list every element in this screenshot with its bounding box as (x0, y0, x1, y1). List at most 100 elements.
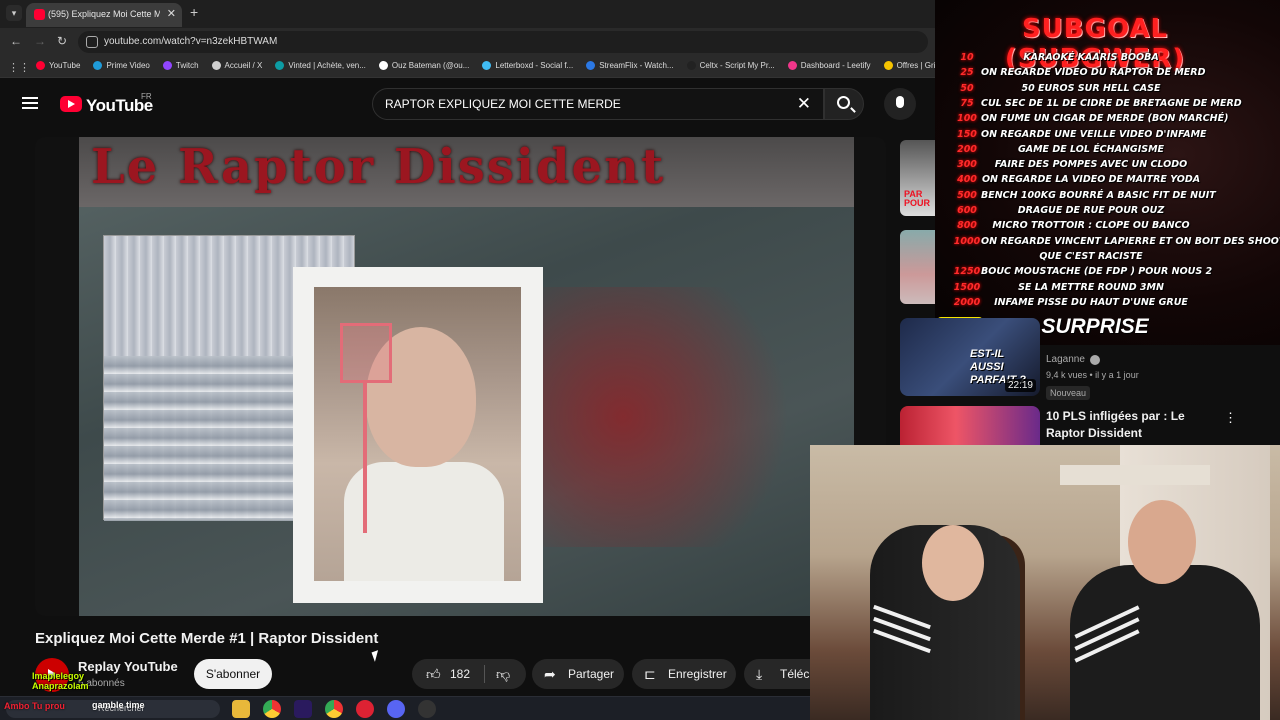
bookmark-label: YouTube (49, 61, 81, 70)
bookmark-favicon-icon (378, 61, 388, 70)
recommendation-thumbnail[interactable] (900, 230, 935, 304)
bookmark-item[interactable]: YouTube (36, 61, 80, 70)
subscribe-button[interactable]: S'abonner (194, 659, 272, 689)
back-icon[interactable]: ← (10, 34, 22, 48)
webcam-feed (810, 445, 1280, 720)
like-divider (484, 665, 485, 683)
subgoal-row: 25 ON REGARDE VIDEO DU RAPTOR DE MERD (935, 67, 1280, 82)
mouse-cursor-icon (371, 650, 382, 662)
bookmark-item[interactable]: Accueil / X (211, 61, 262, 70)
clear-search-icon[interactable]: ✕ (797, 94, 811, 114)
premiere-icon[interactable] (294, 700, 312, 718)
chrome-icon[interactable] (263, 700, 281, 718)
tab-close-icon[interactable]: ✕ (167, 7, 176, 20)
bookmark-item[interactable]: Vinted | Achète, ven... (275, 61, 366, 70)
save-button[interactable]: ⊏ Enregistrer (632, 659, 736, 689)
subgoal-text: 50 EUROS SUR HELL CASE (1021, 82, 1161, 94)
bookmark-label: Twitch (175, 61, 199, 70)
subgoal-text: ON REGARDE UNE VEILLE VIDEO D'INFAME (981, 128, 1207, 140)
voice-search-button[interactable] (884, 88, 916, 120)
windows-taskbar: Rechercher Ambo Tu prou gamble time (0, 696, 810, 720)
new-tab-icon[interactable]: + (190, 4, 198, 20)
bookmark-item[interactable]: Celtx - Script My Pr... (686, 61, 775, 70)
share-button[interactable]: ➦ Partager (532, 659, 624, 689)
chrome-active-icon[interactable] (325, 700, 343, 718)
recommendation-thumbnail[interactable]: PAR POUR (900, 140, 935, 216)
subgoal-text: MICRO TROTTOIR : CLOPE OU BANCO (992, 220, 1190, 232)
tab-title: (595) Expliquez Moi Cette M (48, 9, 160, 19)
capcut-icon[interactable] (356, 700, 374, 718)
youtube-favicon-icon (34, 9, 45, 20)
thumbs-down-icon: 👎︎ (496, 666, 511, 682)
subgoal-text: FAIRE DES POMPES AVEC UN CLODO (994, 159, 1188, 171)
search-button[interactable] (824, 88, 864, 120)
forward-icon[interactable]: → (34, 34, 46, 48)
recommendation-thumbnail[interactable]: EST-IL AUSSI PARFAIT ? 22:19 (900, 318, 1040, 396)
recommendation-thumbnail[interactable] (900, 406, 1040, 446)
webcam-face-left (922, 525, 984, 601)
photo-frame (293, 267, 543, 603)
subgoal-row: 1500 SE LA METTRE ROUND 3MN (935, 282, 1280, 297)
subgoal-number: 500 (957, 189, 977, 201)
bookmark-item[interactable]: Dashboard - Leetify (787, 61, 871, 70)
subgoal-row: 600 DRAGUE DE RUE POUR OUZ (935, 205, 1280, 220)
subgoal-row: 2000 INFAME PISSE DU HAUT D'UNE GRUE (935, 297, 1280, 312)
subgoal-text: DRAGUE DE RUE POUR OUZ (1017, 205, 1165, 216)
bookmark-favicon-icon (36, 61, 45, 70)
video-banner: Le Raptor Dissident (79, 137, 854, 207)
url-field[interactable]: youtube.com/watch?v=n3zekHBTWAM (78, 31, 928, 53)
bookmark-item[interactable]: Ouz Bateman (@ou... (378, 61, 469, 70)
bookmark-favicon-icon (586, 61, 596, 70)
subgoal-number: 25 (960, 67, 974, 79)
browser-tab-active[interactable]: (595) Expliquez Moi Cette M ✕ (26, 3, 182, 27)
country-code: FR (141, 92, 152, 101)
site-info-icon[interactable] (86, 36, 98, 48)
bookmark-item[interactable]: Letterboxd - Social f... (482, 61, 573, 70)
subgoal-row: 75 CUL SEC DE 1L DE CIDRE DE BRETAGNE DE … (935, 98, 1280, 113)
bookmark-item[interactable]: Offres | Gri (883, 61, 935, 70)
search-input[interactable]: RAPTOR EXPLIQUEZ MOI CETTE MERDE ✕ (372, 88, 824, 120)
subgoal-text: ON REGARDE LA VIDEO DE MAITRE YODA (981, 174, 1201, 186)
subgoal-row: 200 GAME DE LOL ÉCHANGISME (935, 144, 1280, 159)
bookmark-favicon-icon (883, 61, 893, 70)
webcam-person-right (1070, 565, 1260, 720)
youtube-logo-icon[interactable] (60, 96, 82, 112)
like-button[interactable]: 👍︎ (426, 666, 441, 683)
subgoal-text: BOUC MOUSTACHE (DE FDP ) POUR NOUS 2 (981, 266, 1213, 278)
dislike-button[interactable]: 👎︎ (496, 666, 510, 683)
discord-icon[interactable] (387, 700, 405, 718)
like-dislike-group: 👍︎ 182 👎︎ (412, 659, 526, 689)
subgoal-row: 1000 ON REGARDE VINCENT LAPIERRE ET ON BO… (935, 236, 1280, 251)
subgoal-text: CUL SEC DE 1L DE CIDRE DE BRETAGNE DE ME… (981, 97, 1242, 109)
bookmark-label: Offres | Gri (896, 61, 935, 70)
video-player[interactable]: Le Raptor Dissident (35, 137, 886, 616)
reload-icon[interactable]: ↻ (57, 34, 67, 48)
subgoal-number: 10 (960, 52, 974, 63)
subgoal-text: SE LA METTRE ROUND 3MN (1018, 281, 1164, 293)
bookmark-item[interactable]: Prime Video (93, 61, 150, 70)
bookmark-favicon-icon (482, 61, 492, 70)
subgoal-number: 1500 (953, 281, 981, 293)
recommendation-thumbnail-text: PAR POUR (904, 189, 931, 208)
bookmark-favicon-icon (787, 61, 797, 70)
download-button[interactable]: ⤓ Téléch (744, 659, 816, 689)
subgoal-text: KARAOKÉ KAARIS BOOBA (1023, 52, 1159, 63)
more-options-icon[interactable]: ⋮ (1224, 410, 1237, 426)
subgoal-text: GAME DE LOL ÉCHANGISME (1017, 143, 1165, 155)
taskbar-apps (232, 700, 436, 718)
overlay-game-label: gamble time (92, 700, 145, 710)
bookmark-item[interactable]: Twitch (162, 61, 199, 70)
apps-grid-icon[interactable]: ⋮⋮ (8, 61, 30, 74)
bookmark-favicon-icon (162, 61, 172, 70)
thumbs-up-icon: 👍︎ (426, 666, 441, 682)
obs-icon[interactable] (418, 700, 436, 718)
bookmark-favicon-icon (275, 61, 285, 70)
file-explorer-icon[interactable] (232, 700, 250, 718)
video-banner-title: Le Raptor Dissident (91, 139, 666, 195)
recommendation-title[interactable]: 10 PLS infligées par : Le Raptor Disside… (1046, 408, 1226, 442)
recommendation-channel[interactable]: Laganne (1046, 354, 1085, 365)
fly-swatter-graphic (340, 323, 392, 383)
bookmark-item[interactable]: StreamFlix - Watch... (586, 61, 674, 70)
menu-icon[interactable] (22, 97, 38, 109)
tab-search-icon[interactable]: ▾ (6, 5, 22, 21)
